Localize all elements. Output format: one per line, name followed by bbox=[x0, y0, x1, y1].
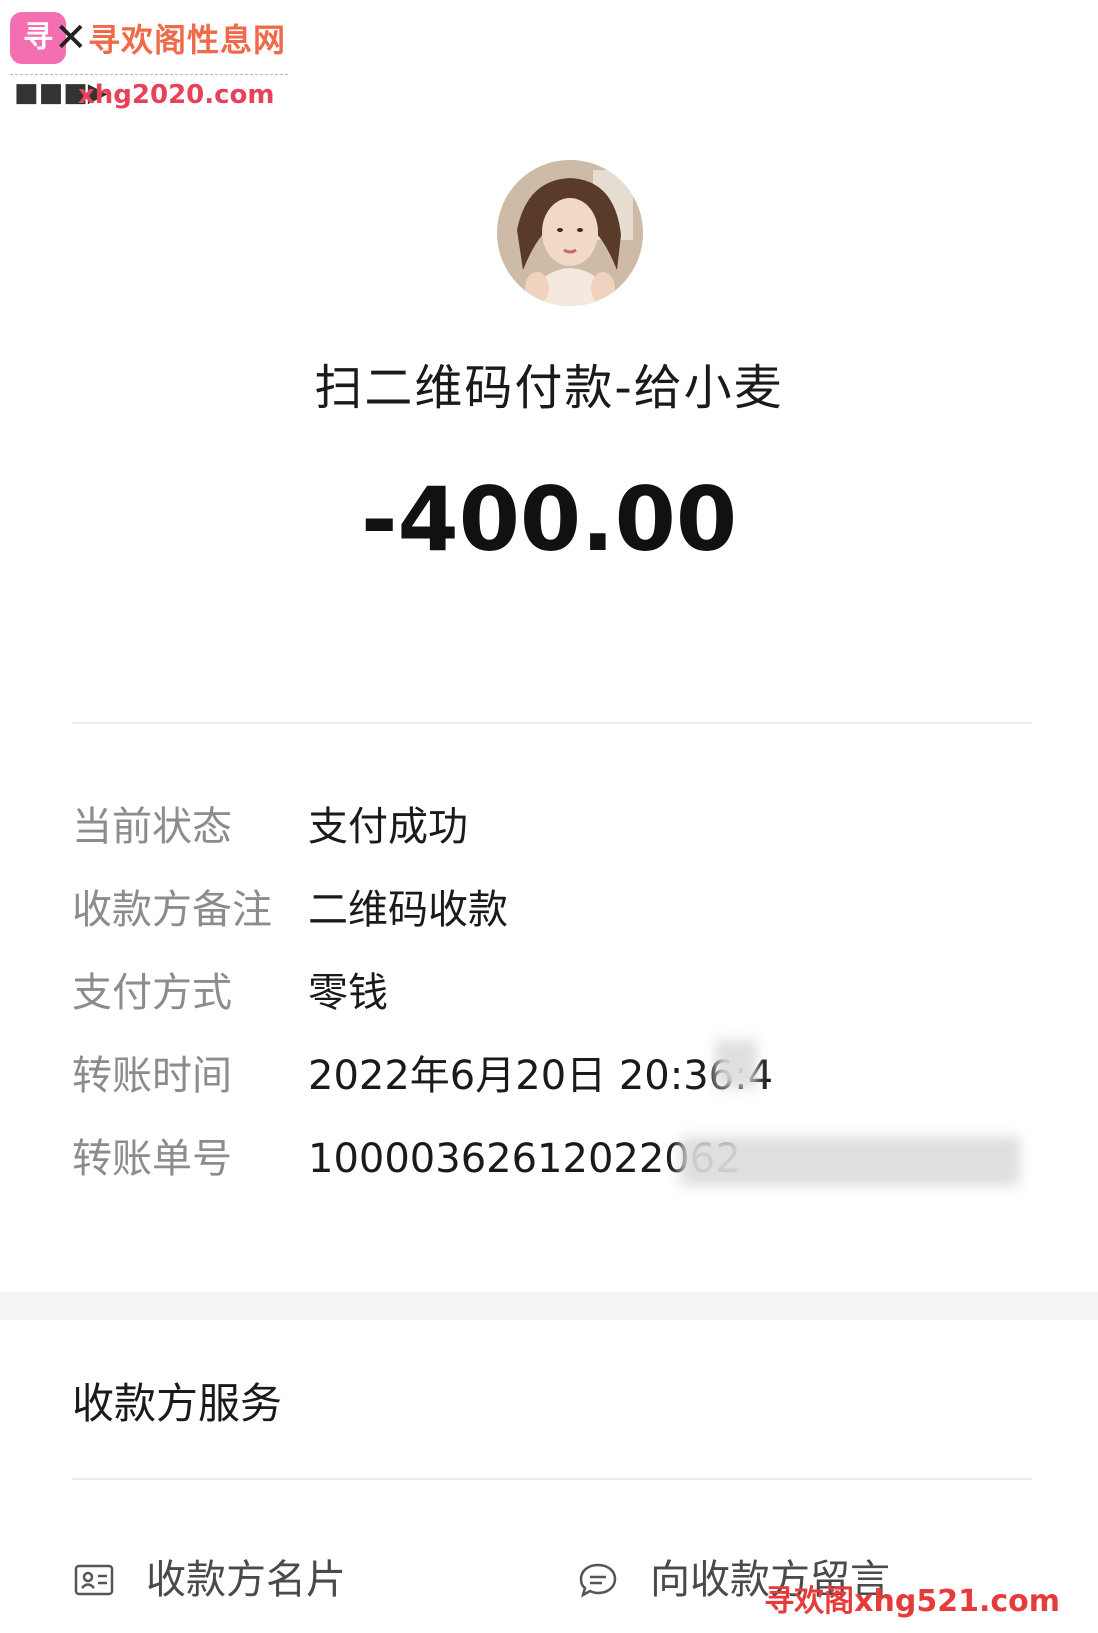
watermark-url: xhg2020.com bbox=[78, 80, 275, 110]
detail-value: 零钱 bbox=[308, 970, 388, 1016]
payee-card-label: 收款方名片 bbox=[146, 1557, 346, 1603]
detail-label: 转账单号 bbox=[72, 1136, 232, 1182]
detail-label: 支付方式 bbox=[72, 970, 232, 1016]
detail-row-status: 当前状态 支付成功 bbox=[72, 797, 1032, 857]
detail-label: 收款方备注 bbox=[72, 887, 272, 933]
transaction-amount: -400.00 bbox=[360, 468, 738, 571]
detail-row-payee-note: 收款方备注 二维码收款 bbox=[72, 880, 1032, 940]
detail-label: 转账时间 bbox=[72, 1053, 232, 1099]
divider bbox=[72, 722, 1032, 724]
detail-value: 2022年6月20日 20:36:4 bbox=[308, 1053, 774, 1099]
redaction-blur bbox=[680, 1136, 1020, 1186]
detail-value: 二维码收款 bbox=[308, 887, 508, 933]
contact-card-icon bbox=[74, 1560, 114, 1600]
section-separator bbox=[0, 1292, 1098, 1320]
transaction-title: 扫二维码付款-给小麦 bbox=[314, 360, 784, 416]
close-icon: ✕ bbox=[54, 15, 88, 61]
divider bbox=[72, 1478, 1032, 1480]
watermark-site-name: 寻欢阁性息网 bbox=[88, 21, 287, 59]
watermark-divider bbox=[10, 74, 288, 75]
redaction-blur bbox=[715, 1040, 757, 1088]
watermark-bottom: 寻欢阁xhg521.com bbox=[764, 1584, 1060, 1619]
detail-row-payment-method: 支付方式 零钱 bbox=[72, 963, 1032, 1023]
watermark-header: 寻欢 ✕ 寻欢阁性息网 ■■■▶ xhg2020.com bbox=[10, 12, 290, 110]
chat-bubble-icon bbox=[578, 1560, 618, 1600]
avatar-image bbox=[497, 160, 643, 306]
detail-value: 支付成功 bbox=[308, 804, 468, 850]
detail-label: 当前状态 bbox=[72, 804, 232, 850]
section-title-payee-services: 收款方服务 bbox=[72, 1379, 283, 1428]
detail-row-transfer-time: 转账时间 2022年6月20日 20:36:4 bbox=[72, 1046, 1032, 1106]
payee-avatar[interactable] bbox=[497, 160, 643, 306]
detail-value[interactable]: 10000362612022062 bbox=[308, 1129, 741, 1189]
